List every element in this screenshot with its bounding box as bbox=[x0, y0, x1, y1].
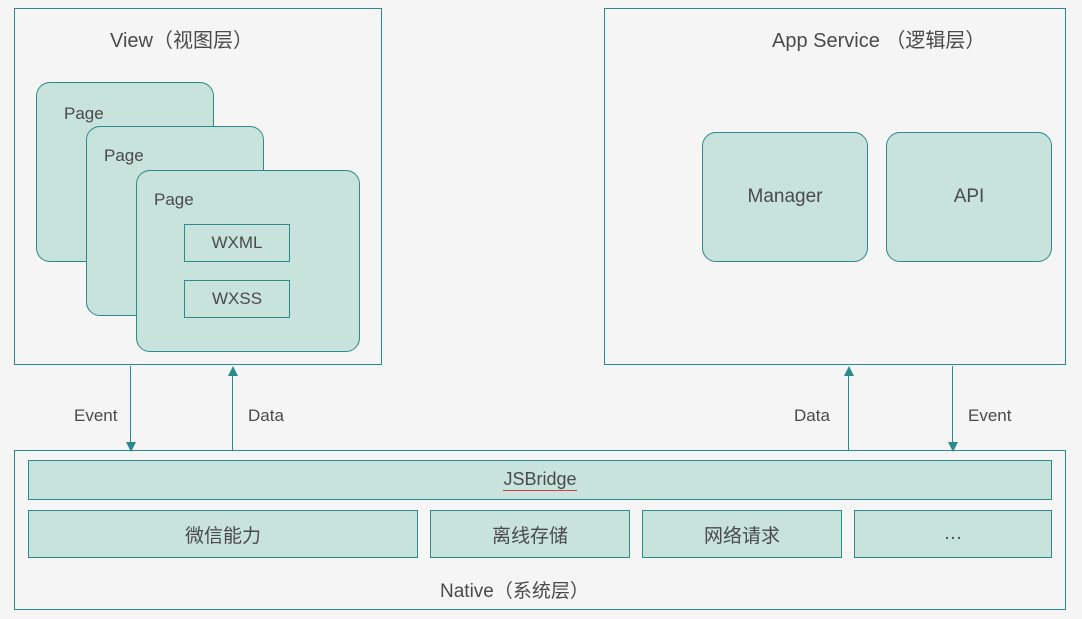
api-box: API bbox=[886, 132, 1052, 262]
arrow-event-left-label: Event bbox=[74, 406, 117, 426]
arrow-event-right-head bbox=[948, 442, 958, 452]
wxss-box: WXSS bbox=[184, 280, 290, 318]
page-label-2: Page bbox=[104, 146, 144, 166]
jsbridge-box: JSBridge bbox=[28, 460, 1052, 500]
manager-box: Manager bbox=[702, 132, 868, 262]
arrow-event-left-line bbox=[130, 366, 131, 444]
arrow-data-left-head bbox=[228, 366, 238, 376]
page-label-1: Page bbox=[64, 104, 104, 124]
arrow-data-right-head bbox=[844, 366, 854, 376]
native-title: Native（系统层） bbox=[440, 576, 589, 603]
wxml-box: WXML bbox=[184, 224, 290, 262]
native-item-4: … bbox=[854, 510, 1052, 558]
manager-label: Manager bbox=[748, 186, 823, 208]
arrow-event-left-head bbox=[126, 442, 136, 452]
native-item-4-label: … bbox=[944, 523, 963, 545]
arrow-event-right-label: Event bbox=[968, 406, 1011, 426]
arrow-data-left-label: Data bbox=[248, 406, 284, 426]
arrow-event-right-line bbox=[952, 366, 953, 444]
wxss-label: WXSS bbox=[212, 289, 262, 309]
arrow-data-right-line bbox=[848, 374, 849, 450]
api-label: API bbox=[954, 186, 985, 208]
arrow-data-right-label: Data bbox=[794, 406, 830, 426]
native-item-3: 网络请求 bbox=[642, 510, 842, 558]
appservice-title: App Service （逻辑层） bbox=[772, 24, 985, 53]
arrow-data-left-line bbox=[232, 374, 233, 450]
page-label-3: Page bbox=[154, 190, 194, 210]
native-item-2: 离线存储 bbox=[430, 510, 630, 558]
native-item-1: 微信能力 bbox=[28, 510, 418, 558]
wxml-label: WXML bbox=[212, 233, 263, 253]
native-item-1-label: 微信能力 bbox=[185, 521, 261, 548]
view-layer-title: View（视图层） bbox=[110, 24, 253, 53]
jsbridge-label: JSBridge bbox=[503, 469, 576, 491]
native-item-2-label: 离线存储 bbox=[492, 521, 568, 548]
native-item-3-label: 网络请求 bbox=[704, 521, 780, 548]
